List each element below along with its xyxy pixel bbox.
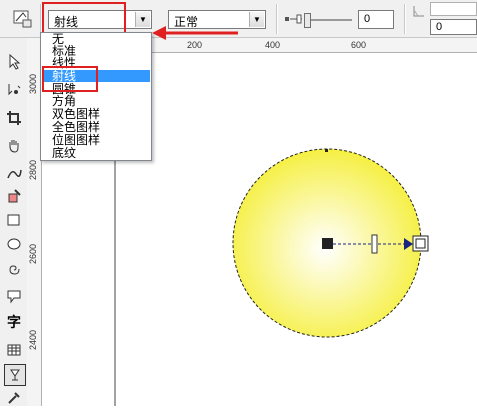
highlight-box-selected-item [42,66,98,92]
table-tool-icon[interactable] [4,340,24,360]
toolbox: 字 [0,38,28,406]
annotation-arrow-icon [152,26,238,40]
smart-fill-tool-icon[interactable] [4,186,24,206]
angle-input[interactable]: 0 [430,19,477,35]
dropdown-item[interactable]: 底纹 [42,147,150,159]
ruler-tick-label: 2400 [28,329,38,350]
ruler-tick-label: 400 [265,40,281,50]
opacity-slider[interactable] [304,13,352,28]
gradient-end-handle-inner [415,238,426,249]
angle-value: 0 [436,21,443,33]
ellipse-tool-icon[interactable] [4,234,24,254]
dropdown-item[interactable]: 双色图样 [42,108,150,120]
callout-shape-tool-icon[interactable] [4,286,24,306]
dropdown-item[interactable]: 位图图样 [42,134,150,146]
shape-tool-icon[interactable] [4,80,24,100]
dropdown-item[interactable]: 方角 [42,95,150,107]
eyedropper-tool-icon[interactable] [4,388,24,408]
interactive-transparency-tool-icon[interactable] [4,364,26,386]
pan-tool-icon[interactable] [4,136,24,156]
angle-top-field[interactable] [430,2,477,16]
ruler-tick-label: 3000 [28,73,38,94]
crop-tool-icon[interactable] [4,108,24,128]
toolbar-separator [404,4,406,34]
selection-handle[interactable] [325,149,328,152]
spiral-tool-icon[interactable] [4,260,24,280]
ruler-tick-label: 600 [351,40,367,50]
chevron-down-icon[interactable]: ▼ [249,12,264,27]
text-tool-label: 字 [7,314,21,330]
opacity-input[interactable]: 0 [358,10,394,29]
opacity-icon [285,14,302,24]
opacity-slider-thumb[interactable] [304,13,311,28]
opacity-value: 0 [364,13,371,25]
pick-tool-icon[interactable] [4,52,24,72]
chevron-down-icon[interactable]: ▼ [135,12,150,27]
rectangle-tool-icon[interactable] [4,210,24,230]
gradient-midpoint-slider[interactable] [371,234,378,254]
freehand-tool-icon[interactable] [4,164,24,184]
dropdown-item[interactable]: 全色图样 [42,121,150,133]
angle-icon [413,6,424,17]
gradient-start-handle[interactable] [322,238,333,249]
interactive-fill-tool-icon[interactable] [11,7,33,29]
toolbar-separator [276,4,278,34]
fill-type-dropdown-list[interactable]: 无 标准 线性 射线 圆锥 方角 双色图样 全色图样 位图图样 底纹 [40,32,152,161]
ruler-tick-label: 2800 [28,159,38,180]
text-tool-icon[interactable]: 字 [4,312,24,332]
ruler-tick-label: 2600 [28,243,38,264]
